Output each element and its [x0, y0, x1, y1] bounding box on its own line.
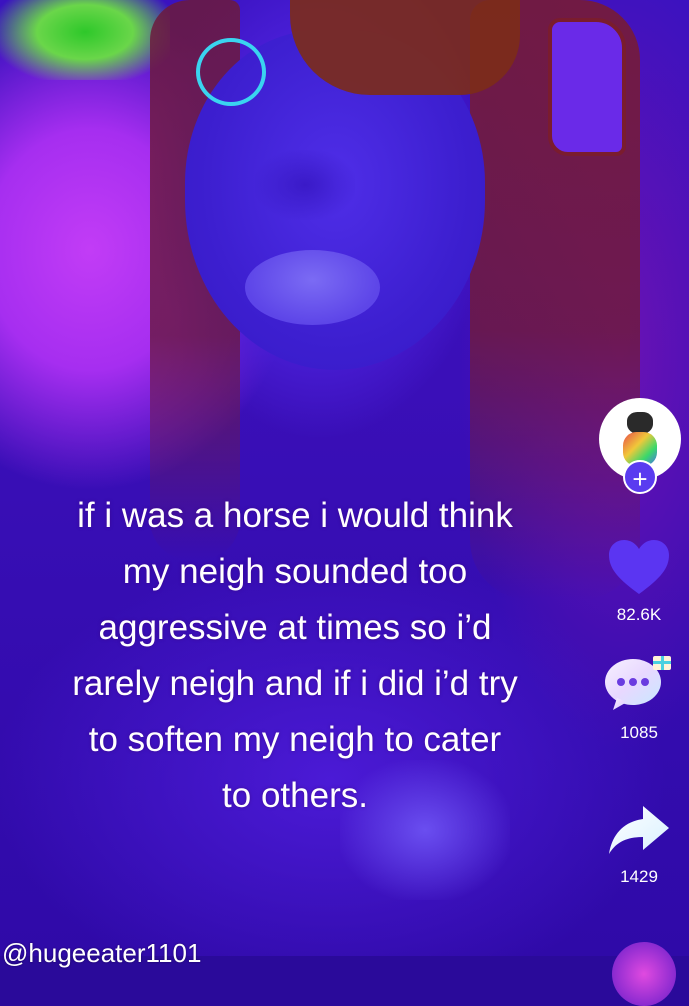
- share-button[interactable]: 1429: [589, 802, 689, 887]
- caption-line: to soften my neigh to cater: [88, 720, 502, 759]
- background-foliage: [0, 0, 170, 80]
- comment-icon: [605, 656, 671, 710]
- creator-handle[interactable]: @hugeeater1101: [2, 938, 201, 969]
- nose: [255, 150, 355, 220]
- like-button[interactable]: 82.6K: [589, 538, 689, 625]
- video-caption: if i was a horse i would think my neigh …: [0, 488, 590, 824]
- share-icon: [609, 806, 669, 854]
- follow-button[interactable]: +: [623, 460, 657, 494]
- caption-line: my neigh sounded too: [122, 552, 468, 591]
- share-count: 1429: [620, 867, 658, 886]
- caption-line: if i was a horse i would think: [77, 496, 513, 535]
- drawn-circle: [196, 38, 266, 106]
- lips: [245, 250, 380, 325]
- comment-button[interactable]: 1085: [589, 650, 689, 743]
- like-count: 82.6K: [616, 605, 662, 624]
- sunglasses: [290, 0, 520, 95]
- music-disc-icon[interactable]: [612, 942, 676, 1006]
- avatar-cat-icon: [627, 412, 653, 434]
- caption-line: aggressive at times so i’d: [98, 608, 492, 647]
- gift-icon: [653, 656, 671, 670]
- action-rail: + 82.6K 1085 1429: [589, 390, 689, 956]
- heart-icon: [609, 540, 669, 594]
- caption-line: rarely neigh and if i did i’d try: [72, 664, 518, 703]
- caption-line: to others.: [222, 776, 368, 815]
- background-patch: [548, 18, 626, 156]
- comment-count: 1085: [620, 723, 658, 742]
